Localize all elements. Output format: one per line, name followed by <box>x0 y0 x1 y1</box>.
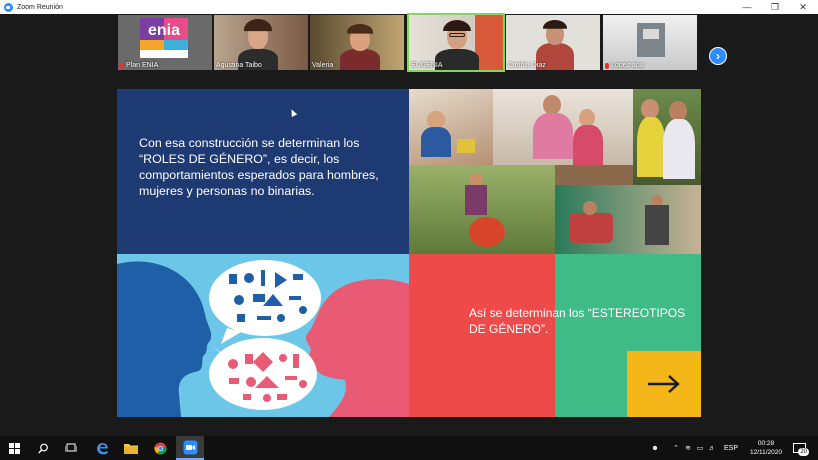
participant-name: Plan ENIA <box>126 62 159 69</box>
mouse-cursor-icon <box>288 108 298 117</box>
participant-tile-agustina[interactable]: Agustina Taibo <box>214 15 308 70</box>
slide-roles-panel: Con esa construcción se determinan los “… <box>117 89 409 254</box>
participant-name: Cinthia Diaz <box>508 62 546 69</box>
participant-tile-lopez-ana[interactable]: Lopez ana <box>603 15 697 70</box>
zoom-app-icon <box>4 2 13 12</box>
photo-collage <box>409 89 701 254</box>
photo-child-blocks <box>409 89 493 165</box>
muted-mic-icon <box>605 62 609 69</box>
participant-name: Lopez ana <box>611 62 644 69</box>
participant-tile-cinthia[interactable]: Cinthia Diaz <box>506 15 600 70</box>
slide-next-arrow[interactable] <box>627 351 701 417</box>
volume-icon[interactable]: ♬ <box>706 445 718 452</box>
minimize-icon[interactable]: — <box>733 0 761 14</box>
chrome-button[interactable] <box>146 436 174 460</box>
chevron-up-icon[interactable]: ⌃ <box>670 444 682 452</box>
participant-strip: enia Plan ENIA Agustina Taibo Valeria EU… <box>0 13 818 72</box>
chrome-icon <box>154 442 166 454</box>
next-page-button[interactable]: › <box>709 47 727 65</box>
system-tray: ☻ ⌃ ≋ ▭ ♬ ESP <box>648 436 738 460</box>
participant-tile-eugenia[interactable]: EUGENIA <box>407 13 505 72</box>
shared-slide: Con esa construcción se determinan los “… <box>117 89 701 417</box>
search-button[interactable] <box>29 436 57 460</box>
photo-mother-children <box>493 89 633 165</box>
photo-couple <box>633 89 701 185</box>
edge-browser-icon <box>96 442 108 454</box>
chevron-right-icon: › <box>716 49 720 63</box>
participant-name: Agustina Taibo <box>216 62 262 69</box>
zoom-window: Zoom Reunión — ❐ ✕ enia Plan ENIA Agusti… <box>0 0 818 436</box>
task-view-button[interactable] <box>57 436 85 460</box>
zoom-taskbar-icon <box>183 440 197 454</box>
zoom-taskbar-button[interactable] <box>176 436 204 460</box>
edge-button[interactable] <box>88 436 116 460</box>
input-language[interactable]: ESP <box>724 445 738 452</box>
notifications-button[interactable]: 20 <box>793 441 809 456</box>
windows-logo-icon <box>8 442 20 454</box>
silhouettes-illustration <box>117 254 409 417</box>
taskbar-clock[interactable]: 00:28 12/11/2020 <box>744 439 788 457</box>
participant-name: Valeria <box>312 62 334 69</box>
title-bar: Zoom Reunión — ❐ ✕ <box>0 0 818 14</box>
battery-icon[interactable]: ▭ <box>694 444 706 452</box>
people-icon[interactable]: ☻ <box>648 445 662 452</box>
window-title: Zoom Reunión <box>17 3 63 11</box>
windows-taskbar: ☻ ⌃ ≋ ▭ ♬ ESP 00:28 12/11/2020 20 <box>0 436 818 460</box>
enia-logo: enia <box>140 18 188 58</box>
task-view-icon <box>65 443 77 452</box>
search-icon <box>37 443 48 453</box>
file-explorer-button[interactable] <box>117 436 145 460</box>
stereotypes-text: Así se determinan los “ESTEREOTIPOS DE G… <box>469 306 686 336</box>
notification-count-badge: 20 <box>798 448 809 456</box>
participant-name: EUGENIA <box>411 62 443 69</box>
photo-garden-ball <box>409 165 555 254</box>
clock-date: 12/11/2020 <box>749 449 783 456</box>
folder-icon <box>124 443 138 454</box>
participant-tile-plan-enia[interactable]: enia Plan ENIA <box>118 15 212 70</box>
wifi-icon[interactable]: ≋ <box>682 444 694 452</box>
photo-strip <box>555 165 633 185</box>
restore-icon[interactable]: ❐ <box>761 0 789 14</box>
roles-text: Con esa construcción se determinan los “… <box>139 136 379 198</box>
close-icon[interactable]: ✕ <box>789 0 817 14</box>
photo-living-room <box>555 185 701 254</box>
gender-heads-illustration <box>117 260 409 417</box>
arrow-right-icon <box>648 375 680 393</box>
participant-tile-valeria[interactable]: Valeria <box>310 15 404 70</box>
clock-time: 00:28 <box>757 440 775 447</box>
start-button[interactable] <box>0 436 28 460</box>
muted-mic-icon <box>120 62 124 69</box>
